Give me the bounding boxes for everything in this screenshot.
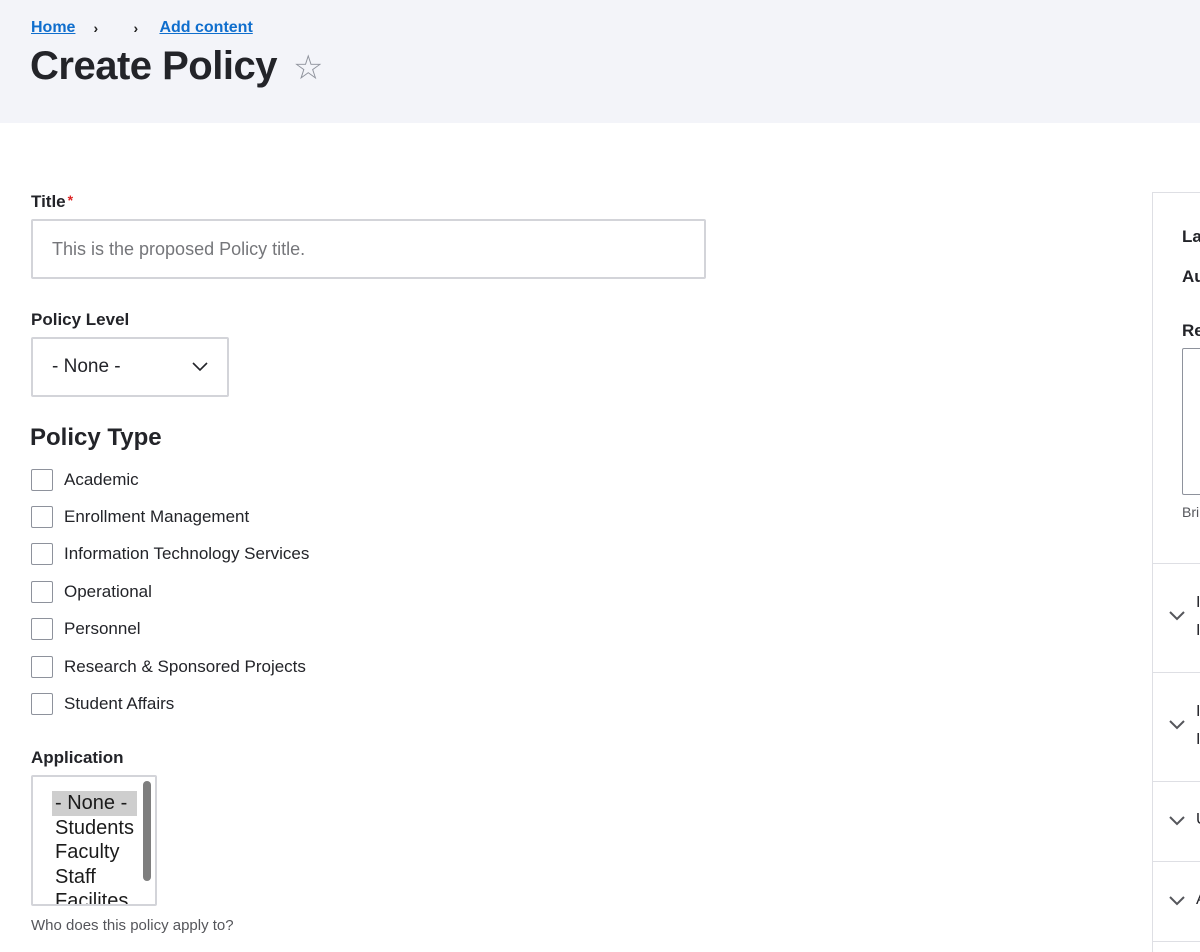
checkbox-label[interactable]: Information Technology Services bbox=[64, 544, 309, 564]
sidebar-panel: La Au Re Bri I I I I U A bbox=[1152, 192, 1200, 952]
policy-level-select[interactable]: - None - bbox=[31, 337, 229, 397]
required-marker: * bbox=[67, 192, 74, 208]
checkbox[interactable] bbox=[31, 543, 53, 566]
checkbox-label[interactable]: Personnel bbox=[64, 619, 141, 639]
application-option[interactable]: Facilites bbox=[52, 889, 137, 904]
sidebar-label: Re bbox=[1182, 321, 1200, 340]
sidebar-label: La bbox=[1182, 227, 1200, 246]
accordion-title: I bbox=[1196, 703, 1200, 720]
breadcrumb-separator-icon: › bbox=[93, 20, 99, 36]
checkbox-item-research-sponsored-projects[interactable]: Research & Sponsored Projects bbox=[31, 648, 309, 685]
chevron-down-icon bbox=[192, 362, 208, 372]
page-title: Create Policy bbox=[30, 44, 277, 88]
chevron-down-icon bbox=[1169, 896, 1185, 906]
checkbox[interactable] bbox=[31, 655, 53, 678]
chevron-down-icon bbox=[1169, 816, 1185, 826]
application-options: - None - Students Faculty Staff Facilite… bbox=[52, 791, 137, 904]
accordion-title: I bbox=[1196, 594, 1200, 611]
checkbox[interactable] bbox=[31, 506, 53, 529]
accordion-summary: I bbox=[1196, 731, 1200, 748]
checkbox[interactable] bbox=[31, 580, 53, 603]
policy-type-heading: Policy Type bbox=[30, 424, 162, 451]
checkbox-label[interactable]: Student Affairs bbox=[64, 694, 174, 714]
checkbox-item-enrollment-management[interactable]: Enrollment Management bbox=[31, 498, 309, 535]
application-option[interactable]: Staff bbox=[52, 865, 137, 890]
title-label: Title * bbox=[31, 192, 73, 212]
application-option[interactable]: Faculty bbox=[52, 840, 137, 865]
title-label-text: Title bbox=[31, 192, 66, 211]
chevron-down-icon bbox=[1169, 611, 1185, 621]
page-header: Home › › Add content Create Policy ☆ bbox=[0, 0, 1200, 123]
breadcrumb: Home › › Add content bbox=[31, 19, 253, 37]
application-help-text: Who does this policy apply to? bbox=[31, 917, 234, 934]
checkbox-label[interactable]: Academic bbox=[64, 470, 139, 490]
star-icon[interactable]: ☆ bbox=[293, 48, 323, 88]
checkbox-label[interactable]: Research & Sponsored Projects bbox=[64, 657, 306, 677]
application-multiselect[interactable]: - None - Students Faculty Staff Facilite… bbox=[31, 775, 157, 906]
checkbox-item-student-affairs[interactable]: Student Affairs bbox=[31, 685, 309, 722]
checkbox-item-operational[interactable]: Operational bbox=[31, 573, 309, 610]
breadcrumb-separator-icon: › bbox=[133, 20, 139, 36]
application-option[interactable]: Students bbox=[52, 816, 137, 841]
breadcrumb-add-content-link[interactable]: Add content bbox=[159, 19, 252, 37]
accordion-title: A bbox=[1196, 891, 1200, 909]
chevron-down-icon bbox=[1169, 720, 1185, 730]
checkbox[interactable] bbox=[31, 618, 53, 641]
page-title-container: Create Policy ☆ bbox=[30, 44, 323, 89]
sidebar-help-text: Bri bbox=[1182, 504, 1200, 520]
policy-level-value: - None - bbox=[52, 356, 121, 377]
sidebar-accordion-item[interactable]: I I bbox=[1153, 673, 1200, 781]
sidebar-textarea[interactable] bbox=[1182, 348, 1200, 495]
accordion-summary: I bbox=[1196, 622, 1200, 639]
title-input[interactable]: This is the proposed Policy title. bbox=[31, 219, 706, 279]
checkbox-label[interactable]: Enrollment Management bbox=[64, 507, 249, 527]
divider bbox=[1153, 941, 1200, 942]
sidebar-accordion-item[interactable]: U bbox=[1153, 782, 1200, 861]
checkbox[interactable] bbox=[31, 693, 53, 716]
sidebar-accordion-item[interactable]: I I bbox=[1153, 564, 1200, 672]
policy-level-label: Policy Level bbox=[31, 310, 130, 329]
checkbox-label[interactable]: Operational bbox=[64, 582, 152, 602]
sidebar-accordion-item[interactable]: A bbox=[1153, 862, 1200, 941]
checkbox[interactable] bbox=[31, 468, 53, 491]
checkbox-item-personnel[interactable]: Personnel bbox=[31, 611, 309, 648]
accordion-title: U bbox=[1196, 811, 1200, 829]
breadcrumb-home-link[interactable]: Home bbox=[31, 19, 75, 37]
checkbox-item-academic[interactable]: Academic bbox=[31, 461, 309, 498]
sidebar-label: Au bbox=[1182, 267, 1200, 286]
policy-type-checkbox-list: Academic Enrollment Management Informati… bbox=[31, 461, 309, 723]
application-option[interactable]: - None - bbox=[52, 791, 137, 816]
application-label: Application bbox=[31, 748, 124, 767]
checkbox-item-information-technology-services[interactable]: Information Technology Services bbox=[31, 536, 309, 573]
title-input-placeholder: This is the proposed Policy title. bbox=[52, 238, 306, 259]
application-scrollbar[interactable] bbox=[143, 781, 151, 881]
